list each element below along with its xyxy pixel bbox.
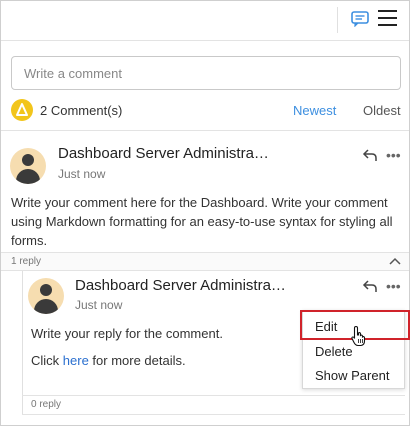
details-link[interactable]: here [63,353,89,368]
comment-input[interactable] [11,56,401,90]
comment-icon[interactable] [351,11,369,27]
more-options-icon[interactable]: ••• [386,279,401,293]
comments-badge-icon [11,99,33,121]
avatar [10,148,46,184]
replies-toggle-bar[interactable]: 1 reply [1,252,409,271]
reply-icon[interactable] [362,148,378,162]
comment-count: 2 Comment(s) [40,103,123,118]
more-options-icon[interactable]: ••• [386,148,401,162]
hand-cursor-icon [351,325,366,347]
sort-oldest-button[interactable]: Oldest [363,103,401,118]
reply-icon[interactable] [362,279,378,293]
reply-details-line: Click here for more details. [31,351,186,370]
reply-details-prefix: Click [31,353,63,368]
chevron-up-icon[interactable] [389,257,401,265]
comments-summary: 2 Comment(s) Newest Oldest [11,98,401,124]
panel-toolbar [1,1,409,41]
menu-item-edit[interactable]: Edit [315,319,337,334]
menu-item-delete[interactable]: Delete [315,344,353,359]
sort-newest-button[interactable]: Newest [293,103,336,118]
reply-author: Dashboard Server Administra… [75,277,286,294]
menu-item-show-parent[interactable]: Show Parent [315,368,389,383]
reply-count: 0 reply [31,399,62,410]
divider [1,130,409,131]
reply-body: Write your reply for the comment. [31,326,223,341]
toolbar-divider [337,7,338,33]
context-menu: Edit Delete Show Parent [302,310,405,389]
reply-count: 1 reply [11,256,42,267]
reply-timestamp: Just now [75,298,123,312]
reply-details-suffix: for more details. [88,353,186,368]
comment-body: Write your comment here for the Dashboar… [11,195,393,248]
avatar [28,278,64,314]
comment-timestamp: Just now [58,167,106,181]
reply-footer: 0 reply [22,395,405,415]
hamburger-menu-icon[interactable] [378,10,397,26]
comment-author: Dashboard Server Administra… [58,145,269,162]
